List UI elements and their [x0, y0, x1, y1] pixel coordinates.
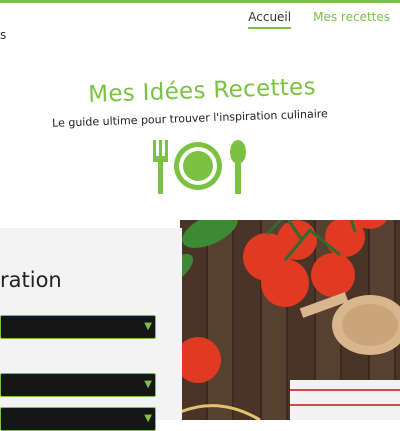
chevron-down-icon: ▼ [144, 413, 152, 424]
form-heading-fragment: ration [0, 268, 62, 292]
page-subtitle: Le guide ultime pour trouver l'inspirati… [51, 107, 329, 130]
top-accent-bar [0, 0, 400, 3]
chevron-down-icon: ▼ [144, 379, 152, 390]
filter-select-2[interactable]: ▼ [0, 373, 156, 397]
main-nav: Accueil Mes recettes [248, 10, 390, 29]
filter-select-3[interactable]: ▼ [0, 407, 156, 431]
nav-accueil[interactable]: Accueil [248, 10, 292, 29]
chevron-down-icon: ▼ [144, 321, 152, 332]
food-background-image [180, 190, 400, 420]
site-logo-fragment[interactable]: s [0, 28, 6, 42]
fork-plate-spoon-icon [150, 138, 250, 202]
page-title: Mes Idées Recettes [87, 74, 317, 108]
nav-mes-recettes[interactable]: Mes recettes [313, 10, 390, 24]
filter-select-1[interactable]: ▼ [0, 315, 156, 339]
